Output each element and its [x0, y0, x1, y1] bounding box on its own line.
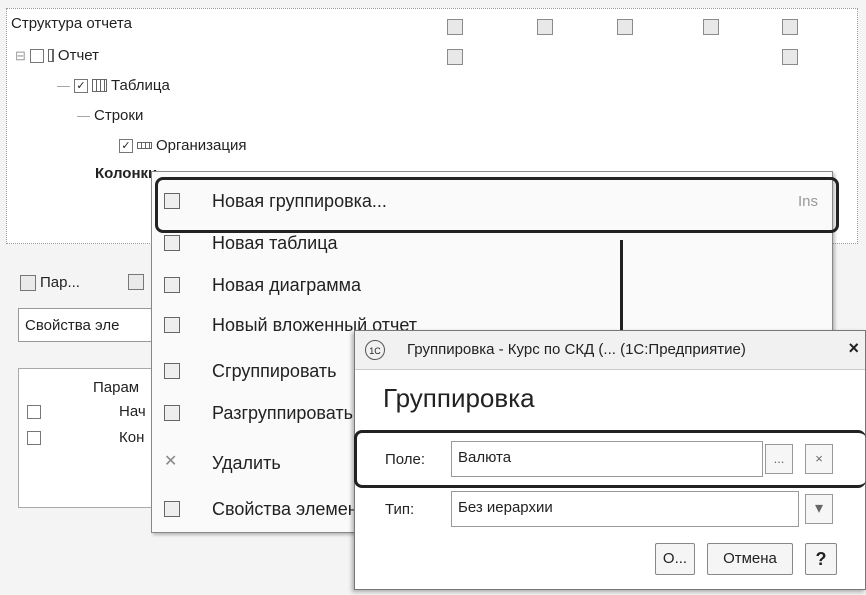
checkbox[interactable]	[29, 48, 44, 63]
parameters-header: Парам	[93, 379, 140, 396]
tree-item-rows[interactable]: — Строки	[77, 107, 143, 124]
tree-item-label: Колонки	[95, 165, 158, 182]
type-select[interactable]: Без иерархии	[451, 491, 799, 527]
cancel-button[interactable]: Отмена	[707, 543, 793, 575]
grouping-dialog: 1С Группировка - Курс по СКД (... (1С:Пр…	[354, 330, 866, 590]
menu-item-new-grouping[interactable]: Новая группировка... Ins	[152, 182, 832, 220]
dialog-heading: Группировка	[383, 383, 535, 413]
new-grouping-icon	[164, 193, 180, 209]
tree-item-organization[interactable]: ✓ Организация	[119, 137, 246, 154]
field-input[interactable]: Валюта	[451, 441, 763, 477]
field-label: Поле:	[385, 451, 426, 468]
param-checkbox[interactable]	[27, 405, 41, 419]
tab-icon	[128, 274, 144, 290]
type-label: Тип:	[385, 501, 415, 518]
delete-icon: ✕	[164, 453, 178, 470]
report-icon	[47, 49, 54, 62]
dialog-title: Группировка - Курс по СКД (... (1С:Предп…	[407, 341, 746, 358]
toolbar-columns-icon[interactable]	[617, 19, 633, 35]
menu-item-new-chart[interactable]: Новая диаграмма	[152, 266, 832, 304]
tab-second[interactable]	[128, 274, 144, 290]
tab-label: Пар...	[40, 274, 80, 291]
nested-report-icon	[164, 317, 180, 333]
chevron-down-icon[interactable]: ▾	[805, 494, 833, 524]
tree-item-columns[interactable]: Колонки	[95, 165, 157, 182]
help-button[interactable]: ?	[805, 543, 837, 575]
toolbar-move-up-icon[interactable]	[782, 19, 798, 35]
toolbar-edit-icon[interactable]	[703, 19, 719, 35]
param-checkbox[interactable]	[27, 431, 41, 445]
close-icon[interactable]: ×	[848, 338, 859, 359]
param-label: Нач	[119, 403, 146, 420]
tab-parameters[interactable]: Пар...	[20, 274, 80, 291]
choose-button[interactable]: ...	[765, 444, 793, 474]
menu-item-new-table[interactable]: Новая таблица	[152, 224, 832, 262]
checkbox[interactable]: ✓	[119, 138, 133, 153]
toolbar-chart-icon[interactable]	[447, 49, 463, 65]
tree-item-table[interactable]: — ✓ Таблица	[57, 77, 170, 94]
grouping-icon	[137, 142, 152, 149]
table-icon	[92, 79, 107, 92]
dialog-titlebar[interactable]: 1С Группировка - Курс по СКД (... (1С:Пр…	[355, 331, 865, 370]
checkbox[interactable]: ✓	[74, 78, 88, 93]
param-label: Кон	[119, 429, 145, 446]
tree-item-label: Таблица	[111, 77, 170, 94]
tree-item-label: Отчет	[57, 47, 99, 64]
ok-button[interactable]: О...	[655, 543, 695, 575]
shortcut-label: Ins	[797, 192, 818, 210]
toolbar-table-icon[interactable]	[447, 19, 463, 35]
tree-item-report[interactable]: ⊟ Отчет	[15, 47, 99, 64]
collapse-icon[interactable]: ⊟	[15, 48, 26, 64]
toolbar-move-down-icon[interactable]	[782, 49, 798, 65]
properties-icon	[164, 501, 180, 517]
new-table-icon	[164, 235, 180, 251]
tree-item-label: Организация	[156, 137, 247, 154]
app-logo-icon: 1С	[365, 340, 385, 360]
tree-item-label: Строки	[94, 107, 144, 124]
clear-button[interactable]: ×	[805, 444, 833, 474]
report-structure-title: Структура отчета	[11, 15, 132, 32]
group-icon	[164, 363, 180, 379]
parameters-icon	[20, 274, 36, 291]
new-chart-icon	[164, 277, 180, 293]
toolbar-check-icon[interactable]	[537, 19, 553, 35]
ungroup-icon	[164, 405, 180, 421]
